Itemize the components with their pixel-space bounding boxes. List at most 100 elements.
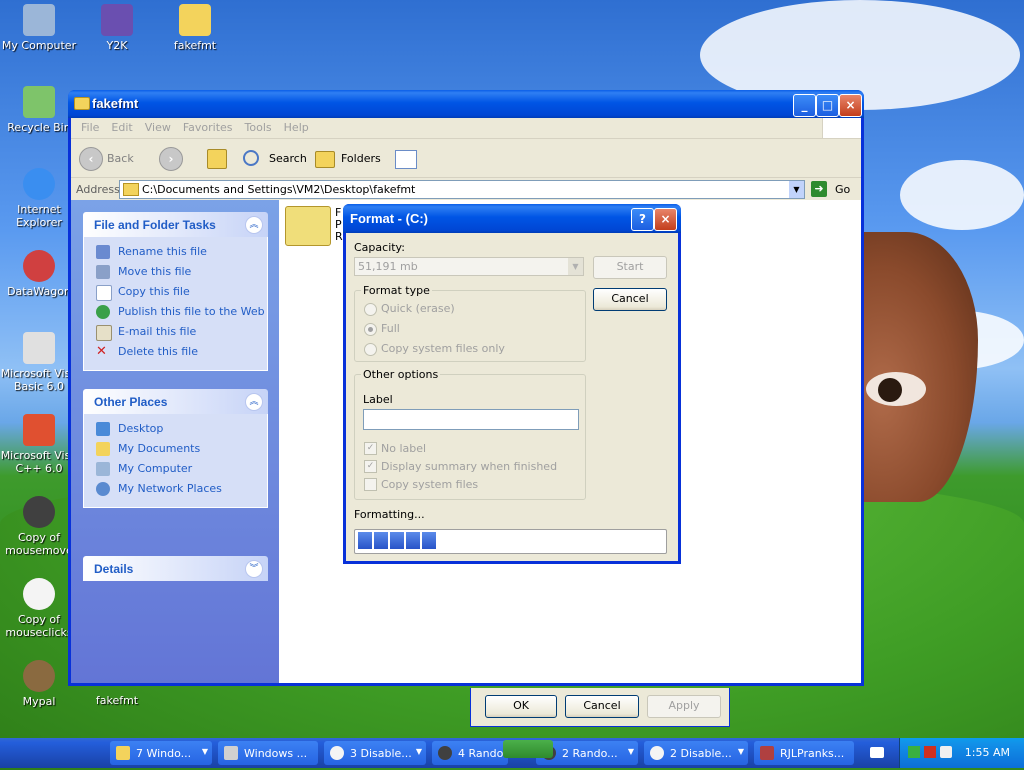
task-move[interactable]: Move this file <box>84 262 267 282</box>
taskbar-button-windows[interactable]: Windows ... <box>218 741 318 765</box>
task-copy[interactable]: Copy this file <box>84 282 267 302</box>
task-publish[interactable]: Publish this file to the Web <box>84 302 267 322</box>
collapse-chevron-icon[interactable]: ︽ <box>245 216 263 234</box>
desktop-icon-vb6[interactable]: Microsoft Visu Basic 6.0 <box>0 332 78 393</box>
ok-button[interactable]: OK <box>485 695 557 718</box>
address-input[interactable]: C:\Documents and Settings\VM2\Desktop\fa… <box>119 180 805 199</box>
explorer-titlebar[interactable]: fakefmt _ □ × <box>68 90 864 118</box>
desktop-icon-fakefmt-2[interactable]: fakefmt <box>78 694 156 707</box>
cancel-button[interactable]: Cancel <box>593 288 667 311</box>
forward-arrow-icon[interactable]: › <box>159 147 183 171</box>
minimize-button[interactable]: _ <box>793 94 816 117</box>
task-email[interactable]: E-mail this file <box>84 322 267 342</box>
menu-file[interactable]: File <box>75 118 105 137</box>
back-arrow-icon[interactable]: ‹ <box>79 147 103 171</box>
dropdown-arrow-icon: ▼ <box>737 747 744 756</box>
label-caption: Label <box>363 393 393 406</box>
place-desktop[interactable]: Desktop <box>84 419 267 439</box>
desktop-icon-internet-explorer[interactable]: Internet Explorer <box>0 168 78 229</box>
expand-chevron-icon[interactable]: ︾ <box>245 560 263 578</box>
task-delete[interactable]: ✕ Delete this file <box>84 342 267 362</box>
menu-edit[interactable]: Edit <box>105 118 138 137</box>
address-label: Address <box>76 183 120 196</box>
copy-system-files-only-radio[interactable] <box>364 343 377 356</box>
task-label: Delete this file <box>118 345 198 358</box>
place-my-documents[interactable]: My Documents <box>84 439 267 459</box>
menu-help[interactable]: Help <box>278 118 315 137</box>
panel-title: File and Folder Tasks <box>94 218 216 232</box>
panel-header[interactable]: File and Folder Tasks ︽ <box>83 212 268 237</box>
clock[interactable]: 1:55 AM <box>965 746 1010 759</box>
menu-favorites[interactable]: Favorites <box>177 118 239 137</box>
desktop-icon-fakefmt[interactable]: fakefmt <box>156 4 234 52</box>
copy-system-files-checkbox[interactable] <box>364 478 377 491</box>
desktop-icon-y2k[interactable]: Y2K <box>78 4 156 52</box>
copy-icon <box>96 285 112 301</box>
go-button[interactable]: ➜ Go <box>811 180 851 198</box>
desktop-icon-datawagon[interactable]: DataWagon <box>0 250 78 298</box>
panel-header[interactable]: Other Places ︽ <box>83 389 268 414</box>
close-button[interactable]: × <box>654 208 677 231</box>
capacity-select[interactable]: 51,191 mb ▼ <box>354 257 584 276</box>
start-button[interactable]: Start <box>593 256 667 279</box>
task-rename[interactable]: Rename this file <box>84 242 267 262</box>
menu-view[interactable]: View <box>139 118 177 137</box>
search-button[interactable]: Search <box>269 152 307 165</box>
desktop-icon-mousemove[interactable]: Copy of mousemove <box>0 496 78 557</box>
place-label: My Documents <box>118 442 201 455</box>
taskbar-button-disable-group[interactable]: 3 Disable... ▼ <box>324 741 426 765</box>
desktop-icon-my-computer[interactable]: My Computer <box>0 4 78 52</box>
no-label-checkbox[interactable]: ✓ <box>364 442 377 455</box>
mouse-icon <box>650 746 664 760</box>
keyboard-icon[interactable] <box>870 747 884 758</box>
task-label: Publish this file to the Web <box>118 305 265 318</box>
folder-icon[interactable] <box>285 206 331 246</box>
desktop-icon-vcpp6[interactable]: Microsoft Visu C++ 6.0 <box>0 414 78 475</box>
windows-logo-icon <box>822 118 861 138</box>
network-tray-icon[interactable] <box>908 746 920 758</box>
checkbox-label: Copy system files <box>381 478 479 491</box>
quick-erase-radio[interactable] <box>364 303 377 316</box>
back-button-label[interactable]: Back <box>107 152 134 165</box>
rename-icon <box>96 245 110 259</box>
datawagon-icon <box>23 250 55 282</box>
radio-label: Full <box>381 322 400 335</box>
desktop-icon-label: Microsoft Visu C++ 6.0 <box>0 449 78 475</box>
panel-header[interactable]: Details ︾ <box>83 556 268 581</box>
volume-tray-icon[interactable] <box>940 746 952 758</box>
capacity-value: 51,191 mb <box>358 260 418 273</box>
address-dropdown-icon[interactable]: ▼ <box>789 181 804 198</box>
format-dialog-titlebar[interactable]: Format - (C:) ? × <box>343 204 681 233</box>
taskbar-button-rjlpranks[interactable]: RJLPranks... <box>754 741 854 765</box>
start-button[interactable] <box>503 740 553 758</box>
taskbar-button-windows-group[interactable]: 7 Windo... ▼ <box>110 741 212 765</box>
task-pane: File and Folder Tasks ︽ Rename this file … <box>71 200 279 683</box>
folders-button[interactable]: Folders <box>341 152 381 165</box>
menu-tools[interactable]: Tools <box>239 118 278 137</box>
up-folder-icon[interactable] <box>207 149 227 169</box>
cancel-button[interactable]: Cancel <box>565 695 639 718</box>
place-my-computer[interactable]: My Computer <box>84 459 267 479</box>
desktop-icon-mypal[interactable]: Mypal <box>0 660 78 708</box>
desktop-icon-mouseclicks[interactable]: Copy of mouseclicks <box>0 578 78 639</box>
security-tray-icon[interactable] <box>924 746 936 758</box>
full-radio[interactable] <box>364 323 377 336</box>
folder-icon <box>74 97 90 110</box>
details-panel: Details ︾ <box>83 556 268 581</box>
views-icon[interactable] <box>395 150 417 169</box>
label-input[interactable] <box>363 409 579 430</box>
close-button[interactable]: × <box>839 94 862 117</box>
maximize-button[interactable]: □ <box>816 94 839 117</box>
collapse-chevron-icon[interactable]: ︽ <box>245 393 263 411</box>
help-button[interactable]: ? <box>631 208 654 231</box>
taskbar-button-disable-group-2[interactable]: 2 Disable... ▼ <box>644 741 748 765</box>
display-summary-checkbox[interactable]: ✓ <box>364 460 377 473</box>
desktop-icon-recycle-bin[interactable]: Recycle Bin <box>0 86 78 134</box>
window-icon <box>224 746 238 760</box>
place-my-network[interactable]: My Network Places <box>84 479 267 499</box>
taskbar-button-random-group[interactable]: 4 Rando... <box>432 741 514 765</box>
search-icon <box>243 150 259 166</box>
desktop-icon-label: Internet Explorer <box>16 203 62 229</box>
apply-button[interactable]: Apply <box>647 695 721 718</box>
go-label: Go <box>835 183 851 196</box>
